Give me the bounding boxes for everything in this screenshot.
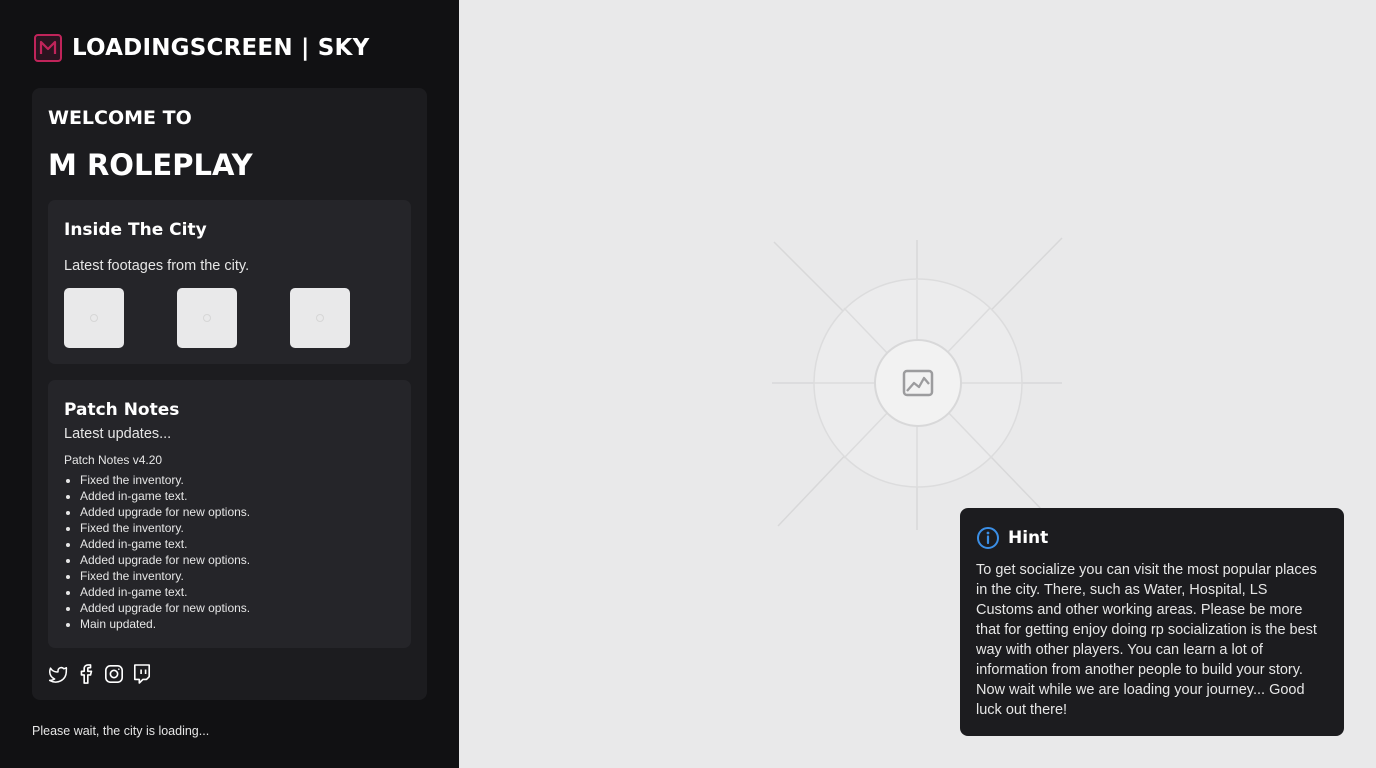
city-title: Inside The City: [64, 220, 207, 240]
sidebar: LOADINGSCREEN | SKY WELCOME TO M ROLEPLA…: [0, 0, 459, 768]
loading-status-text: Please wait, the city is loading...: [32, 724, 210, 738]
city-thumbnail[interactable]: [177, 288, 237, 348]
patch-note-item: Main updated.: [80, 616, 250, 632]
city-thumbnail[interactable]: [290, 288, 350, 348]
patch-note-item: Added upgrade for new options.: [80, 600, 250, 616]
brand-title: LOADINGSCREEN | SKY: [72, 35, 370, 61]
twitch-icon[interactable]: [132, 664, 152, 684]
patch-note-item: Added in-game text.: [80, 536, 250, 552]
hint-title: Hint: [1008, 528, 1049, 548]
city-card: Inside The City Latest footages from the…: [48, 200, 411, 364]
welcome-heading: WELCOME TO: [48, 107, 192, 129]
image-placeholder-icon: [316, 314, 324, 322]
image-placeholder-icon: [772, 237, 1063, 530]
patch-notes-description: Latest updates...: [64, 426, 172, 442]
patch-note-item: Added upgrade for new options.: [80, 552, 250, 568]
social-links: [48, 664, 160, 684]
city-description: Latest footages from the city.: [64, 258, 250, 274]
patch-note-item: Added in-game text.: [80, 584, 250, 600]
twitter-icon[interactable]: [48, 664, 68, 684]
patch-notes-list: Fixed the inventory. Added in-game text.…: [80, 472, 250, 632]
patch-note-item: Added in-game text.: [80, 488, 250, 504]
image-placeholder-icon: [203, 314, 211, 322]
brand-logo-icon: [34, 34, 62, 62]
brand: LOADINGSCREEN | SKY: [34, 34, 369, 62]
welcome-card: WELCOME TO M ROLEPLAY Inside The City La…: [32, 88, 427, 700]
background-image-placeholder: [758, 226, 1076, 544]
patch-note-item: Fixed the inventory.: [80, 568, 250, 584]
image-placeholder-icon: [90, 314, 98, 322]
hint-header: Hint: [976, 526, 1048, 550]
facebook-icon[interactable]: [76, 664, 96, 684]
server-name: M ROLEPLAY: [48, 148, 253, 182]
patch-notes-card: Patch Notes Latest updates... Patch Note…: [48, 380, 411, 648]
info-icon: [977, 527, 999, 549]
patch-note-item: Added upgrade for new options.: [80, 504, 250, 520]
patch-notes-version: Patch Notes v4.20: [64, 453, 163, 467]
patch-note-item: Fixed the inventory.: [80, 520, 250, 536]
logo-m-glyph: [39, 40, 57, 54]
instagram-icon[interactable]: [104, 664, 124, 684]
city-thumbnail[interactable]: [64, 288, 124, 348]
hint-panel: Hint To get socialize you can visit the …: [960, 508, 1344, 736]
patch-notes-title: Patch Notes: [64, 400, 180, 420]
hint-text: To get socialize you can visit the most …: [976, 562, 1317, 718]
patch-note-item: Fixed the inventory.: [80, 472, 250, 488]
